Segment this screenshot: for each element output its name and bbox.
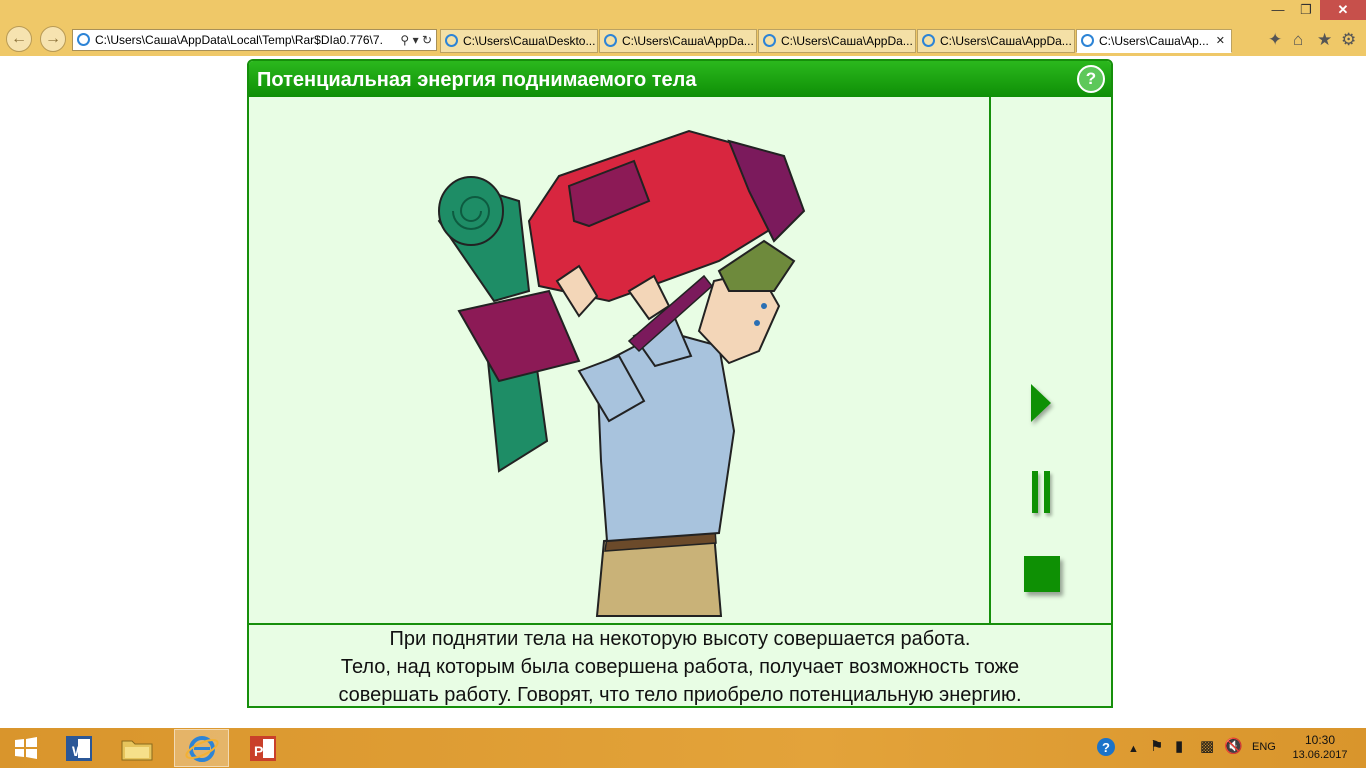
forward-arrow-icon: → [45, 30, 61, 47]
taskbar-explorer[interactable] [110, 729, 165, 767]
browser-tab-active[interactable]: C:\Users\Саша\Ap... ✕ [1076, 29, 1232, 53]
restore-icon: ❐ [1300, 2, 1312, 17]
internet-explorer-icon [185, 736, 219, 762]
action-center-icon[interactable]: ⚑ [1150, 738, 1163, 756]
svg-text:?: ? [1102, 740, 1110, 755]
hiker-lifting-backpack-illustration [437, 129, 806, 617]
clock-time[interactable]: 10:30 [1300, 733, 1340, 747]
tab-ie-icon [445, 34, 458, 47]
back-button[interactable]: ← [6, 26, 32, 52]
lesson-caption: При поднятии тела на некоторую высоту со… [249, 625, 1111, 706]
page-icon [77, 33, 90, 46]
close-window-button[interactable]: ✕ [1320, 0, 1366, 20]
browser-chrome: ← → C:\Users\Саша\AppData\Local\Temp\Rar… [0, 0, 1366, 56]
refresh-icon[interactable]: ↻ [422, 33, 432, 47]
browser-tab[interactable]: C:\Users\Саша\AppDa... [599, 29, 757, 53]
taskbar-internet-explorer[interactable] [174, 729, 229, 767]
address-actions: ⚲ ▾ ↻ [396, 30, 432, 50]
tab-ie-icon [763, 34, 776, 47]
minimize-button[interactable]: — [1264, 0, 1292, 20]
tab-label: C:\Users\Саша\AppDa... [781, 34, 913, 48]
device-icon[interactable]: ▮ [1175, 738, 1183, 756]
settings-gear-icon[interactable]: ⚙ [1341, 30, 1356, 50]
taskbar-word[interactable]: W [52, 729, 107, 767]
volume-muted-icon[interactable]: 🔇 [1224, 738, 1243, 756]
browser-tab[interactable]: C:\Users\Саша\AppDa... [758, 29, 916, 53]
network-signal-icon[interactable]: ▩ [1200, 738, 1214, 756]
close-icon: ✕ [1337, 2, 1349, 17]
tab-ie-icon [604, 34, 617, 47]
file-explorer-icon [121, 740, 153, 761]
svg-text:P: P [254, 743, 263, 759]
address-text: C:\Users\Саша\AppData\Local\Temp\Rar$DIa… [95, 33, 383, 47]
show-hidden-icons[interactable]: ▲ [1128, 740, 1139, 758]
back-arrow-icon: ← [11, 30, 27, 47]
tab-ie-icon [1081, 34, 1094, 47]
address-bar[interactable]: C:\Users\Саша\AppData\Local\Temp\Rar$DIa… [72, 29, 437, 51]
play-button[interactable] [1031, 384, 1051, 422]
taskbar-powerpoint[interactable]: P [236, 729, 291, 767]
windows-start-icon [15, 737, 37, 759]
clock-date[interactable]: 13.06.2017 [1290, 749, 1350, 761]
browser-tab[interactable]: C:\Users\Саша\AppDa... [917, 29, 1075, 53]
svg-text:W: W [72, 743, 86, 759]
lesson-panel: Потенциальная энергия поднимаемого тела … [247, 59, 1113, 708]
tab-label: C:\Users\Саша\Deskto... [463, 34, 596, 48]
forward-button[interactable]: → [40, 26, 66, 52]
tools-compat-icon[interactable]: ✦ [1268, 30, 1282, 50]
dropdown-icon[interactable]: ▾ [413, 33, 419, 47]
vertical-divider [989, 97, 991, 625]
taskbar: W P ? ▲ ⚑ ▮ ▩ 🔇 ENG 10:30 13.06.2017 [0, 728, 1366, 768]
search-icon[interactable]: ⚲ [400, 33, 409, 47]
help-button[interactable]: ? [1077, 65, 1105, 93]
tab-label: C:\Users\Саша\Ap... [1099, 34, 1209, 48]
input-language[interactable]: ENG [1252, 741, 1276, 753]
lesson-titlebar: Потенциальная энергия поднимаемого тела … [249, 61, 1111, 97]
caption-line: Тело, над которым была совершена работа,… [340, 656, 1020, 678]
pause-button[interactable] [1032, 471, 1052, 513]
tab-ie-icon [922, 34, 935, 47]
caption-line: совершать работу. Говорят, что тело прио… [338, 684, 1022, 706]
restore-button[interactable]: ❐ [1292, 0, 1320, 20]
tab-close-icon[interactable]: ✕ [1216, 30, 1225, 52]
tab-label: C:\Users\Саша\AppDa... [622, 34, 754, 48]
favorites-star-icon[interactable]: ★ [1317, 30, 1332, 50]
word-icon: W [66, 736, 92, 761]
start-button[interactable] [0, 729, 52, 767]
browser-tab[interactable]: C:\Users\Саша\Deskto... [440, 29, 598, 53]
minimize-icon: — [1271, 2, 1285, 17]
powerpoint-icon: P [250, 736, 276, 761]
lesson-title: Потенциальная энергия поднимаемого тела [257, 69, 697, 91]
stop-button[interactable] [1024, 556, 1060, 592]
tab-label: C:\Users\Саша\AppDa... [940, 34, 1072, 48]
caption-line: При поднятии тела на некоторую высоту со… [389, 628, 971, 650]
home-icon[interactable]: ⌂ [1293, 30, 1303, 50]
help-tray-icon[interactable]: ? [1096, 737, 1116, 762]
